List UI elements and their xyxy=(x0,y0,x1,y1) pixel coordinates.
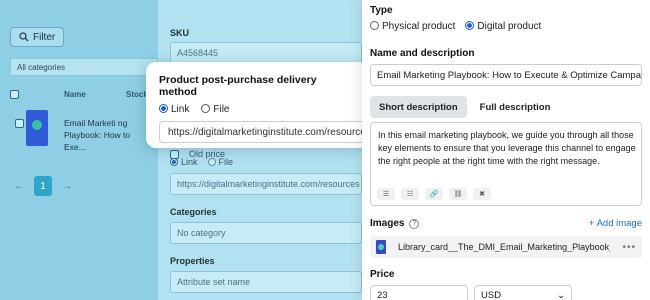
delivery-file-radio[interactable]: File xyxy=(207,157,233,167)
product-list-panel: Filter All categories Name Stock Email M… xyxy=(0,0,158,300)
sku-label: SKU xyxy=(170,28,190,38)
popup-radios: Link File xyxy=(159,104,355,115)
row-checkbox[interactable] xyxy=(15,119,24,128)
bullet-list-icon[interactable]: ☰ xyxy=(377,188,395,200)
name-label: Name and description xyxy=(370,48,475,59)
sku-input[interactable]: A4568445 xyxy=(170,42,362,64)
product-title[interactable]: Email Marketi ng Playbook: How to Exe... xyxy=(64,117,134,153)
currency-select[interactable]: USD ⌄ xyxy=(474,285,572,300)
column-name[interactable]: Name xyxy=(64,90,86,99)
description-tabs: Short description Full description xyxy=(370,96,559,118)
currency-value: USD xyxy=(481,289,502,300)
filter-label: Filter xyxy=(33,31,56,43)
prev-page-button[interactable]: ← xyxy=(10,176,28,196)
images-header: Images ? + Add image xyxy=(370,218,642,229)
type-label: Type xyxy=(370,5,393,16)
categories-label: Categories xyxy=(170,207,217,217)
product-name-input[interactable]: Email Marketing Playbook: How to Execute… xyxy=(370,64,642,86)
chevron-down-icon: ⌄ xyxy=(557,289,565,300)
unlink-icon[interactable]: ⛓ xyxy=(449,188,467,200)
link-icon[interactable]: 🔗 xyxy=(425,188,443,200)
category-value: All categories xyxy=(17,62,66,72)
delivery-url-input[interactable]: https://digitalmarketinginstitute.com/re… xyxy=(170,173,362,195)
product-form-background: Old price SKU A4568445 Link File https:/… xyxy=(158,0,374,300)
filter-button[interactable]: Filter xyxy=(10,27,65,47)
category-select[interactable]: All categories xyxy=(10,58,158,76)
search-icon xyxy=(19,32,29,42)
image-filename: Library_card__The_DMI_Email_Marketing_Pl… xyxy=(398,242,610,252)
editor-toolbar: ☰ ☷ 🔗 ⛓ ✖ xyxy=(377,188,491,200)
delivery-link-radio[interactable]: Link xyxy=(170,157,198,167)
type-radios: Physical product Digital product xyxy=(370,21,541,32)
images-label: Images xyxy=(370,218,405,229)
popup-title: Product post-purchase delivery method xyxy=(159,74,317,98)
pagination: ← 1 → xyxy=(10,176,76,196)
numbered-list-icon[interactable]: ☷ xyxy=(401,188,419,200)
product-thumbnail xyxy=(26,110,48,146)
price-label: Price xyxy=(370,269,395,280)
popup-url-input[interactable]: https://digitalmarketinginstitute.com/re… xyxy=(159,121,368,143)
delivery-method-popup: Product post-purchase delivery method Li… xyxy=(146,62,368,148)
popup-link-radio[interactable]: Link xyxy=(159,104,189,115)
help-icon[interactable]: ? xyxy=(409,218,420,229)
categories-select[interactable]: No category xyxy=(170,222,362,244)
price-input[interactable]: 23 xyxy=(370,285,468,300)
properties-label: Properties xyxy=(170,256,215,266)
more-options-icon[interactable]: ••• xyxy=(622,242,636,253)
properties-input[interactable]: Attribute set name xyxy=(170,271,362,293)
tab-short-description[interactable]: Short description xyxy=(370,96,467,118)
physical-product-radio[interactable]: Physical product xyxy=(370,21,455,32)
product-detail-panel: Type Physical product Digital product Na… xyxy=(362,0,650,300)
popup-file-radio[interactable]: File xyxy=(201,104,229,115)
delivery-method-radios: Link File xyxy=(170,157,233,167)
column-stock[interactable]: Stock xyxy=(126,90,148,99)
description-editor[interactable]: In this email marketing playbook, we gui… xyxy=(370,122,642,206)
description-text[interactable]: In this email marketing playbook, we gui… xyxy=(378,129,638,168)
clear-format-icon[interactable]: ✖ xyxy=(473,188,491,200)
page-button-current[interactable]: 1 xyxy=(34,176,52,196)
image-item[interactable]: Library_card__The_DMI_Email_Marketing_Pl… xyxy=(370,236,642,258)
select-all-checkbox[interactable] xyxy=(10,90,19,99)
add-image-button[interactable]: + Add image xyxy=(589,218,642,229)
next-page-button[interactable]: → xyxy=(58,176,76,196)
tab-full-description[interactable]: Full description xyxy=(471,96,560,118)
digital-product-radio[interactable]: Digital product xyxy=(465,21,541,32)
image-thumbnail xyxy=(376,240,386,254)
